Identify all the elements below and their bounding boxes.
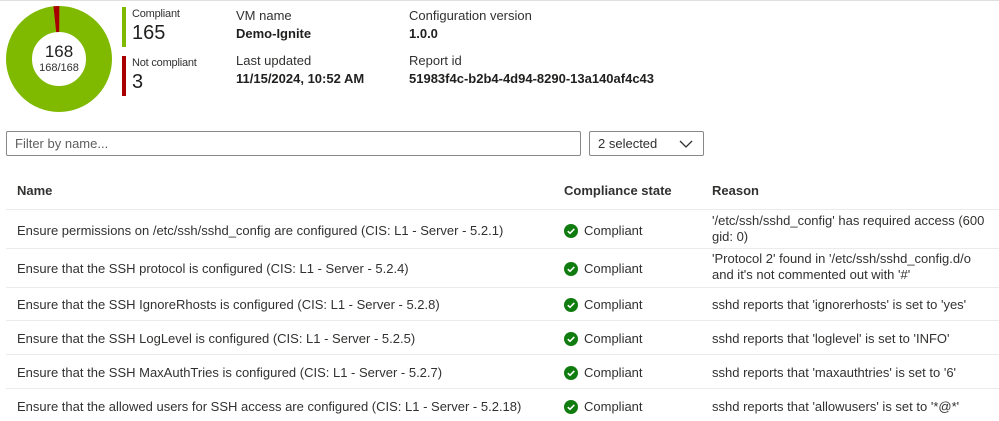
row-name: Ensure permissions on /etc/ssh/sshd_conf… bbox=[17, 223, 504, 238]
column-header-reason[interactable]: Reason bbox=[712, 183, 759, 199]
table-row[interactable]: Ensure that the SSH protocol is configur… bbox=[6, 249, 999, 288]
table-row[interactable]: Ensure that the SSH LogLevel is configur… bbox=[6, 321, 999, 355]
row-reason: '/etc/ssh/sshd_config' has required acce… bbox=[712, 213, 985, 244]
table-row[interactable]: Ensure that the SSH MaxAuthTries is conf… bbox=[6, 355, 999, 389]
row-reason: sshd reports that 'loglevel' is set to '… bbox=[712, 331, 950, 346]
compliance-state-dropdown[interactable]: 2 selected bbox=[589, 131, 704, 156]
row-state-text: Compliant bbox=[584, 297, 643, 312]
donut-total: 168 bbox=[44, 42, 74, 61]
config-version-value: 1.0.0 bbox=[409, 26, 438, 41]
row-state: Compliant bbox=[564, 331, 643, 347]
row-name: Ensure that the SSH protocol is configur… bbox=[17, 261, 409, 276]
table-row[interactable]: Ensure permissions on /etc/ssh/sshd_conf… bbox=[6, 210, 999, 249]
legend-not-compliant: Not compliant 3 bbox=[122, 56, 212, 96]
report-id-value: 51983f4c-b2b4-4d94-8290-13a140af4c43 bbox=[409, 71, 655, 86]
check-circle-icon bbox=[564, 262, 578, 276]
vm-name-value: Demo-Ignite bbox=[236, 26, 312, 41]
dropdown-selected-value: 2 selected bbox=[598, 136, 658, 151]
table-row[interactable]: Ensure that the allowed users for SSH ac… bbox=[6, 389, 999, 421]
donut-center: 168 168/168 bbox=[6, 6, 112, 112]
row-reason: sshd reports that 'allowusers' is set to… bbox=[712, 399, 960, 414]
compliance-donut: 168 168/168 bbox=[6, 6, 112, 112]
config-version-block: Configuration version 1.0.0 bbox=[409, 8, 532, 42]
row-reason: sshd reports that 'maxauthtries' is set … bbox=[712, 365, 957, 380]
row-state: Compliant bbox=[564, 399, 643, 415]
last-updated-block: Last updated 11/15/2024, 10:52 AM bbox=[236, 53, 364, 87]
row-state-text: Compliant bbox=[584, 365, 643, 380]
row-reason: 'Protocol 2' found in '/etc/ssh/sshd_con… bbox=[712, 251, 971, 282]
legend-not-compliant-label: Not compliant bbox=[132, 57, 197, 69]
legend-compliant-bar bbox=[122, 7, 126, 47]
legend-compliant-label: Compliant bbox=[132, 8, 180, 20]
row-state-text: Compliant bbox=[584, 223, 643, 238]
legend-compliant-count: 165 bbox=[132, 22, 166, 44]
check-circle-icon bbox=[564, 298, 578, 312]
last-updated-label: Last updated bbox=[236, 53, 312, 68]
row-name: Ensure that the allowed users for SSH ac… bbox=[17, 399, 522, 414]
check-circle-icon bbox=[564, 224, 578, 238]
donut-ratio: 168/168 bbox=[39, 62, 79, 74]
row-state: Compliant bbox=[564, 223, 643, 239]
check-circle-icon bbox=[564, 366, 578, 380]
config-version-label: Configuration version bbox=[409, 8, 532, 23]
legend-not-compliant-bar bbox=[122, 56, 126, 96]
chevron-down-icon bbox=[679, 140, 693, 148]
row-name: Ensure that the SSH IgnoreRhosts is conf… bbox=[17, 297, 440, 312]
table-row[interactable]: Ensure that the SSH IgnoreRhosts is conf… bbox=[6, 288, 999, 321]
row-state-text: Compliant bbox=[584, 399, 643, 414]
row-state: Compliant bbox=[564, 261, 643, 277]
legend-compliant: Compliant 165 bbox=[122, 7, 212, 47]
top-divider bbox=[0, 0, 999, 1]
last-updated-value: 11/15/2024, 10:52 AM bbox=[236, 71, 365, 86]
vm-name-label: VM name bbox=[236, 8, 292, 23]
row-name: Ensure that the SSH MaxAuthTries is conf… bbox=[17, 365, 443, 380]
filter-by-name-input[interactable] bbox=[6, 131, 581, 156]
check-circle-icon bbox=[564, 332, 578, 346]
row-name: Ensure that the SSH LogLevel is configur… bbox=[17, 331, 416, 346]
column-header-name[interactable]: Name bbox=[17, 183, 52, 199]
row-state-text: Compliant bbox=[584, 331, 643, 346]
row-state: Compliant bbox=[564, 297, 643, 313]
column-header-compliance-state[interactable]: Compliance state bbox=[564, 183, 672, 199]
legend-not-compliant-count: 3 bbox=[132, 71, 144, 93]
check-circle-icon bbox=[564, 400, 578, 414]
row-reason: sshd reports that 'ignorerhosts' is set … bbox=[712, 297, 967, 312]
row-state-text: Compliant bbox=[584, 261, 643, 276]
report-id-block: Report id 51983f4c-b2b4-4d94-8290-13a140… bbox=[409, 53, 654, 87]
row-state: Compliant bbox=[564, 365, 643, 381]
report-id-label: Report id bbox=[409, 53, 462, 68]
vm-name-block: VM name Demo-Ignite bbox=[236, 8, 311, 42]
